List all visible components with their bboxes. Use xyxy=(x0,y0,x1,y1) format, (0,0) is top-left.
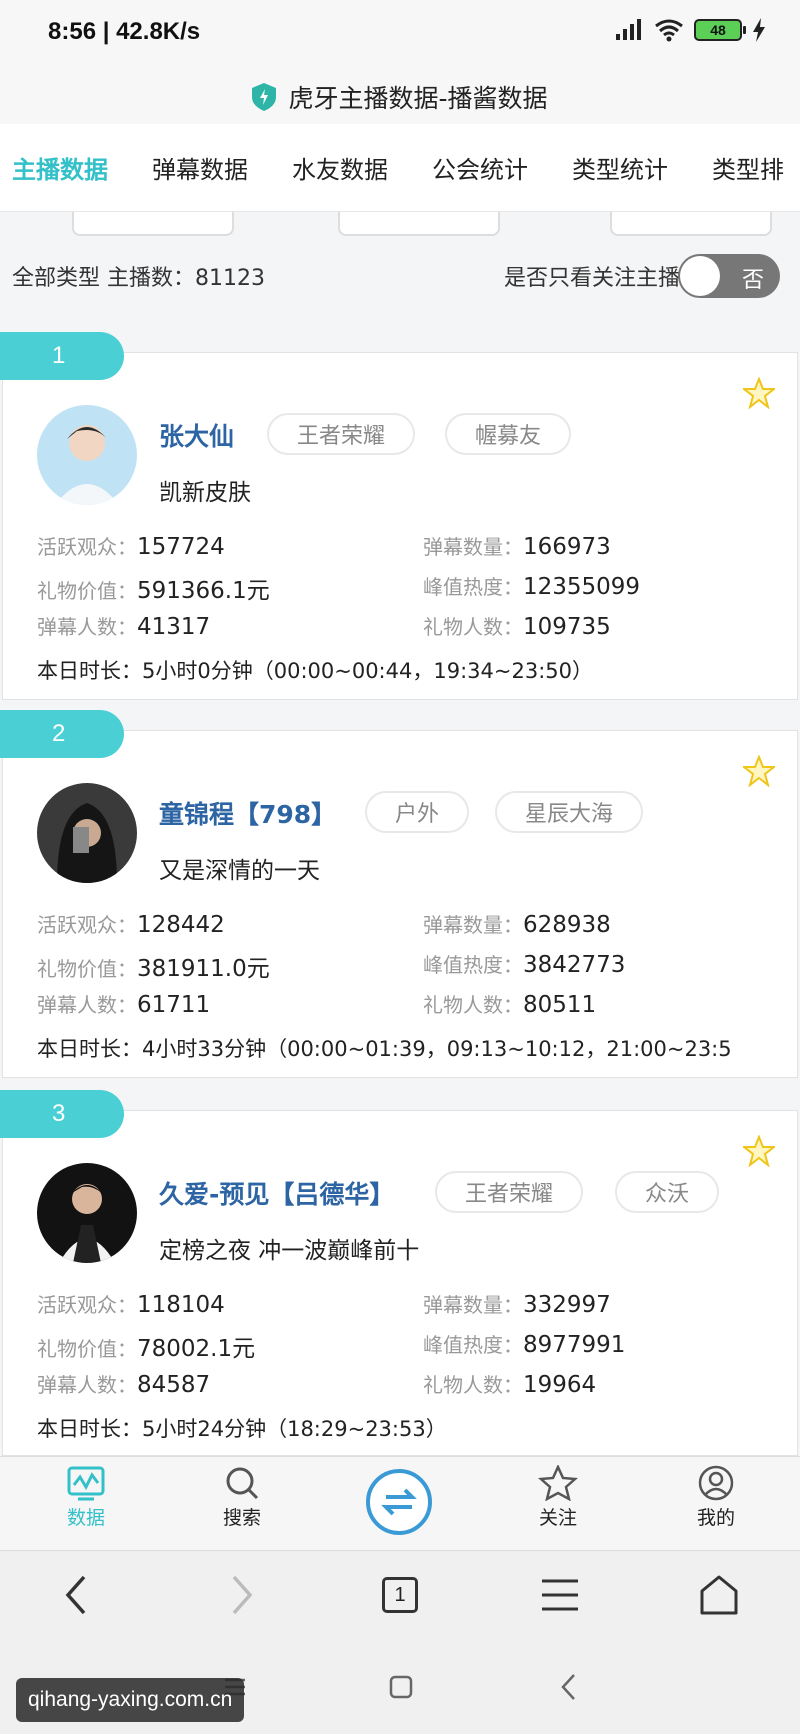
swap-icon xyxy=(381,1488,417,1516)
stream-title: 凯新皮肤 xyxy=(159,480,251,506)
stat-danmaku-users: 弹幕人数：84587 xyxy=(37,1372,211,1398)
charging-icon xyxy=(753,18,765,42)
tab-bar: 主播数据 弹幕数据 水友数据 公会统计 类型统计 类型排 xyxy=(0,124,800,212)
category-tag[interactable]: 王者荣耀 xyxy=(267,413,416,455)
nav-follow-label: 关注 xyxy=(538,1507,577,1529)
streamer-name[interactable]: 张大仙 xyxy=(159,417,234,453)
avatar[interactable] xyxy=(37,405,137,505)
app-bottom-nav: 数据 搜索 关注 我的 xyxy=(0,1456,800,1550)
rank-badge: 3 xyxy=(0,1090,124,1138)
streamer-name[interactable]: 童锦程【798】 xyxy=(159,795,336,831)
forward-icon[interactable] xyxy=(226,1573,256,1617)
stat-danmaku-count: 弹幕数量：332997 xyxy=(423,1292,611,1318)
filter-select[interactable] xyxy=(72,212,234,236)
streamer-card[interactable]: 童锦程【798】 户外 星辰大海 又是深情的一天 活跃观众：128442 弹幕数… xyxy=(2,730,798,1078)
stream-title: 又是深情的一天 xyxy=(159,858,320,884)
filter-select[interactable] xyxy=(610,212,772,236)
system-back-icon[interactable] xyxy=(556,1672,582,1702)
nav-mine[interactable]: 我的 xyxy=(666,1465,766,1530)
guild-tag[interactable]: 星辰大海 xyxy=(495,791,644,833)
status-icons: 48 xyxy=(614,18,766,42)
stat-danmaku-count: 弹幕数量：166973 xyxy=(423,534,611,560)
tab-guild-stats[interactable]: 公会统计 xyxy=(410,150,550,185)
nav-data-label: 数据 xyxy=(66,1507,105,1529)
follow-only-label: 是否只看关注主播 xyxy=(503,266,680,291)
stat-gift-users: 礼物人数：19964 xyxy=(423,1372,597,1398)
stream-title: 定榜之夜 冲一波巅峰前十 xyxy=(159,1238,420,1264)
streamer-card[interactable]: 张大仙 王者荣耀 幄募友 凯新皮肤 活跃观众：157724 弹幕数量：16697… xyxy=(2,352,798,700)
follow-only-toggle[interactable]: 否 xyxy=(678,254,780,298)
watermark: qihang-yaxing.com.cn xyxy=(16,1678,245,1722)
stat-danmaku-users: 弹幕人数：41317 xyxy=(37,614,211,640)
streamer-count: 全部类型 主播数：81123 xyxy=(12,266,265,291)
tab-category-rank[interactable]: 类型排 xyxy=(690,150,800,185)
stat-peak-heat: 峰值热度：12355099 xyxy=(423,574,641,600)
stat-active-viewers: 活跃观众：118104 xyxy=(37,1292,225,1318)
user-icon xyxy=(698,1465,734,1501)
nav-mine-label: 我的 xyxy=(696,1507,735,1529)
status-bar: 8:56 | 42.8K/s 48 xyxy=(0,0,800,70)
home-square-icon[interactable] xyxy=(388,1674,414,1700)
browser-toolbar: 1 xyxy=(0,1550,800,1640)
nav-search[interactable]: 搜索 xyxy=(192,1465,292,1530)
star-icon[interactable] xyxy=(743,377,775,409)
stream-duration: 本日时长：5小时24分钟（18:29~23:53） xyxy=(37,1417,447,1441)
stat-active-viewers: 活跃观众：128442 xyxy=(37,912,225,938)
signal-icon xyxy=(616,19,641,40)
filter-select[interactable] xyxy=(338,212,500,236)
home-icon[interactable] xyxy=(698,1573,740,1617)
stat-peak-heat: 峰值热度：8977991 xyxy=(423,1332,626,1358)
toggle-knob xyxy=(680,256,720,296)
star-icon[interactable] xyxy=(743,1135,775,1167)
wifi-icon xyxy=(655,19,683,42)
nav-search-label: 搜索 xyxy=(222,1507,261,1529)
stat-danmaku-count: 弹幕数量：628938 xyxy=(423,912,611,938)
streamer-card[interactable]: 久爱-预见【吕德华】 王者荣耀 众沃 定榜之夜 冲一波巅峰前十 活跃观众：118… xyxy=(2,1110,798,1456)
avatar[interactable] xyxy=(37,783,137,883)
search-icon xyxy=(226,1467,259,1500)
category-tag[interactable]: 户外 xyxy=(365,791,470,833)
category-tag[interactable]: 王者荣耀 xyxy=(435,1171,584,1213)
filter-selectors xyxy=(0,212,800,236)
tab-danmaku-data[interactable]: 弹幕数据 xyxy=(130,150,270,185)
nav-follow[interactable]: 关注 xyxy=(508,1465,608,1530)
tab-count-button[interactable]: 1 xyxy=(382,1577,418,1613)
avatar[interactable] xyxy=(37,1163,137,1263)
nav-data[interactable]: 数据 xyxy=(36,1465,136,1530)
guild-tag[interactable]: 众沃 xyxy=(615,1171,720,1213)
toggle-label: 否 xyxy=(741,268,764,293)
swap-button[interactable] xyxy=(366,1469,432,1535)
star-icon[interactable] xyxy=(743,755,775,787)
stat-peak-heat: 峰值热度：3842773 xyxy=(423,952,626,978)
tab-category-stats[interactable]: 类型统计 xyxy=(550,150,690,185)
stat-gift-value: 礼物价值：78002.1元 xyxy=(37,1336,256,1362)
shield-icon xyxy=(252,83,277,111)
page-header: 虎牙主播数据-播酱数据 xyxy=(0,70,800,124)
guild-tag[interactable]: 幄募友 xyxy=(445,413,572,455)
menu-icon[interactable] xyxy=(540,1573,580,1617)
stat-gift-value: 礼物价值：381911.0元 xyxy=(37,956,270,982)
tab-streamer-data[interactable]: 主播数据 xyxy=(0,150,130,185)
stat-gift-users: 礼物人数：109735 xyxy=(423,614,611,640)
tab-fan-data[interactable]: 水友数据 xyxy=(270,150,410,185)
battery-icon: 48 xyxy=(694,19,746,41)
rank-badge: 1 xyxy=(0,332,124,380)
back-icon[interactable] xyxy=(62,1573,92,1617)
stream-duration: 本日时长：4小时33分钟（00:00~01:39，09:13~10:12，21:… xyxy=(37,1037,732,1061)
stat-active-viewers: 活跃观众：157724 xyxy=(37,534,225,560)
page-title: 虎牙主播数据-播酱数据 xyxy=(288,84,548,113)
status-time: 8:56 | 42.8K/s xyxy=(48,18,201,45)
stat-gift-users: 礼物人数：80511 xyxy=(423,992,597,1018)
summary-row: 全部类型 主播数：81123 是否只看关注主播 否 xyxy=(0,248,800,304)
stat-gift-value: 礼物价值：591366.1元 xyxy=(37,578,270,604)
stream-duration: 本日时长：5小时0分钟（00:00~00:44，19:34~23:50） xyxy=(37,659,593,683)
star-outline-icon xyxy=(538,1465,578,1501)
chart-icon xyxy=(67,1466,105,1501)
stat-danmaku-users: 弹幕人数：61711 xyxy=(37,992,211,1018)
streamer-name[interactable]: 久爱-预见【吕德华】 xyxy=(159,1175,394,1211)
rank-badge: 2 xyxy=(0,710,124,758)
